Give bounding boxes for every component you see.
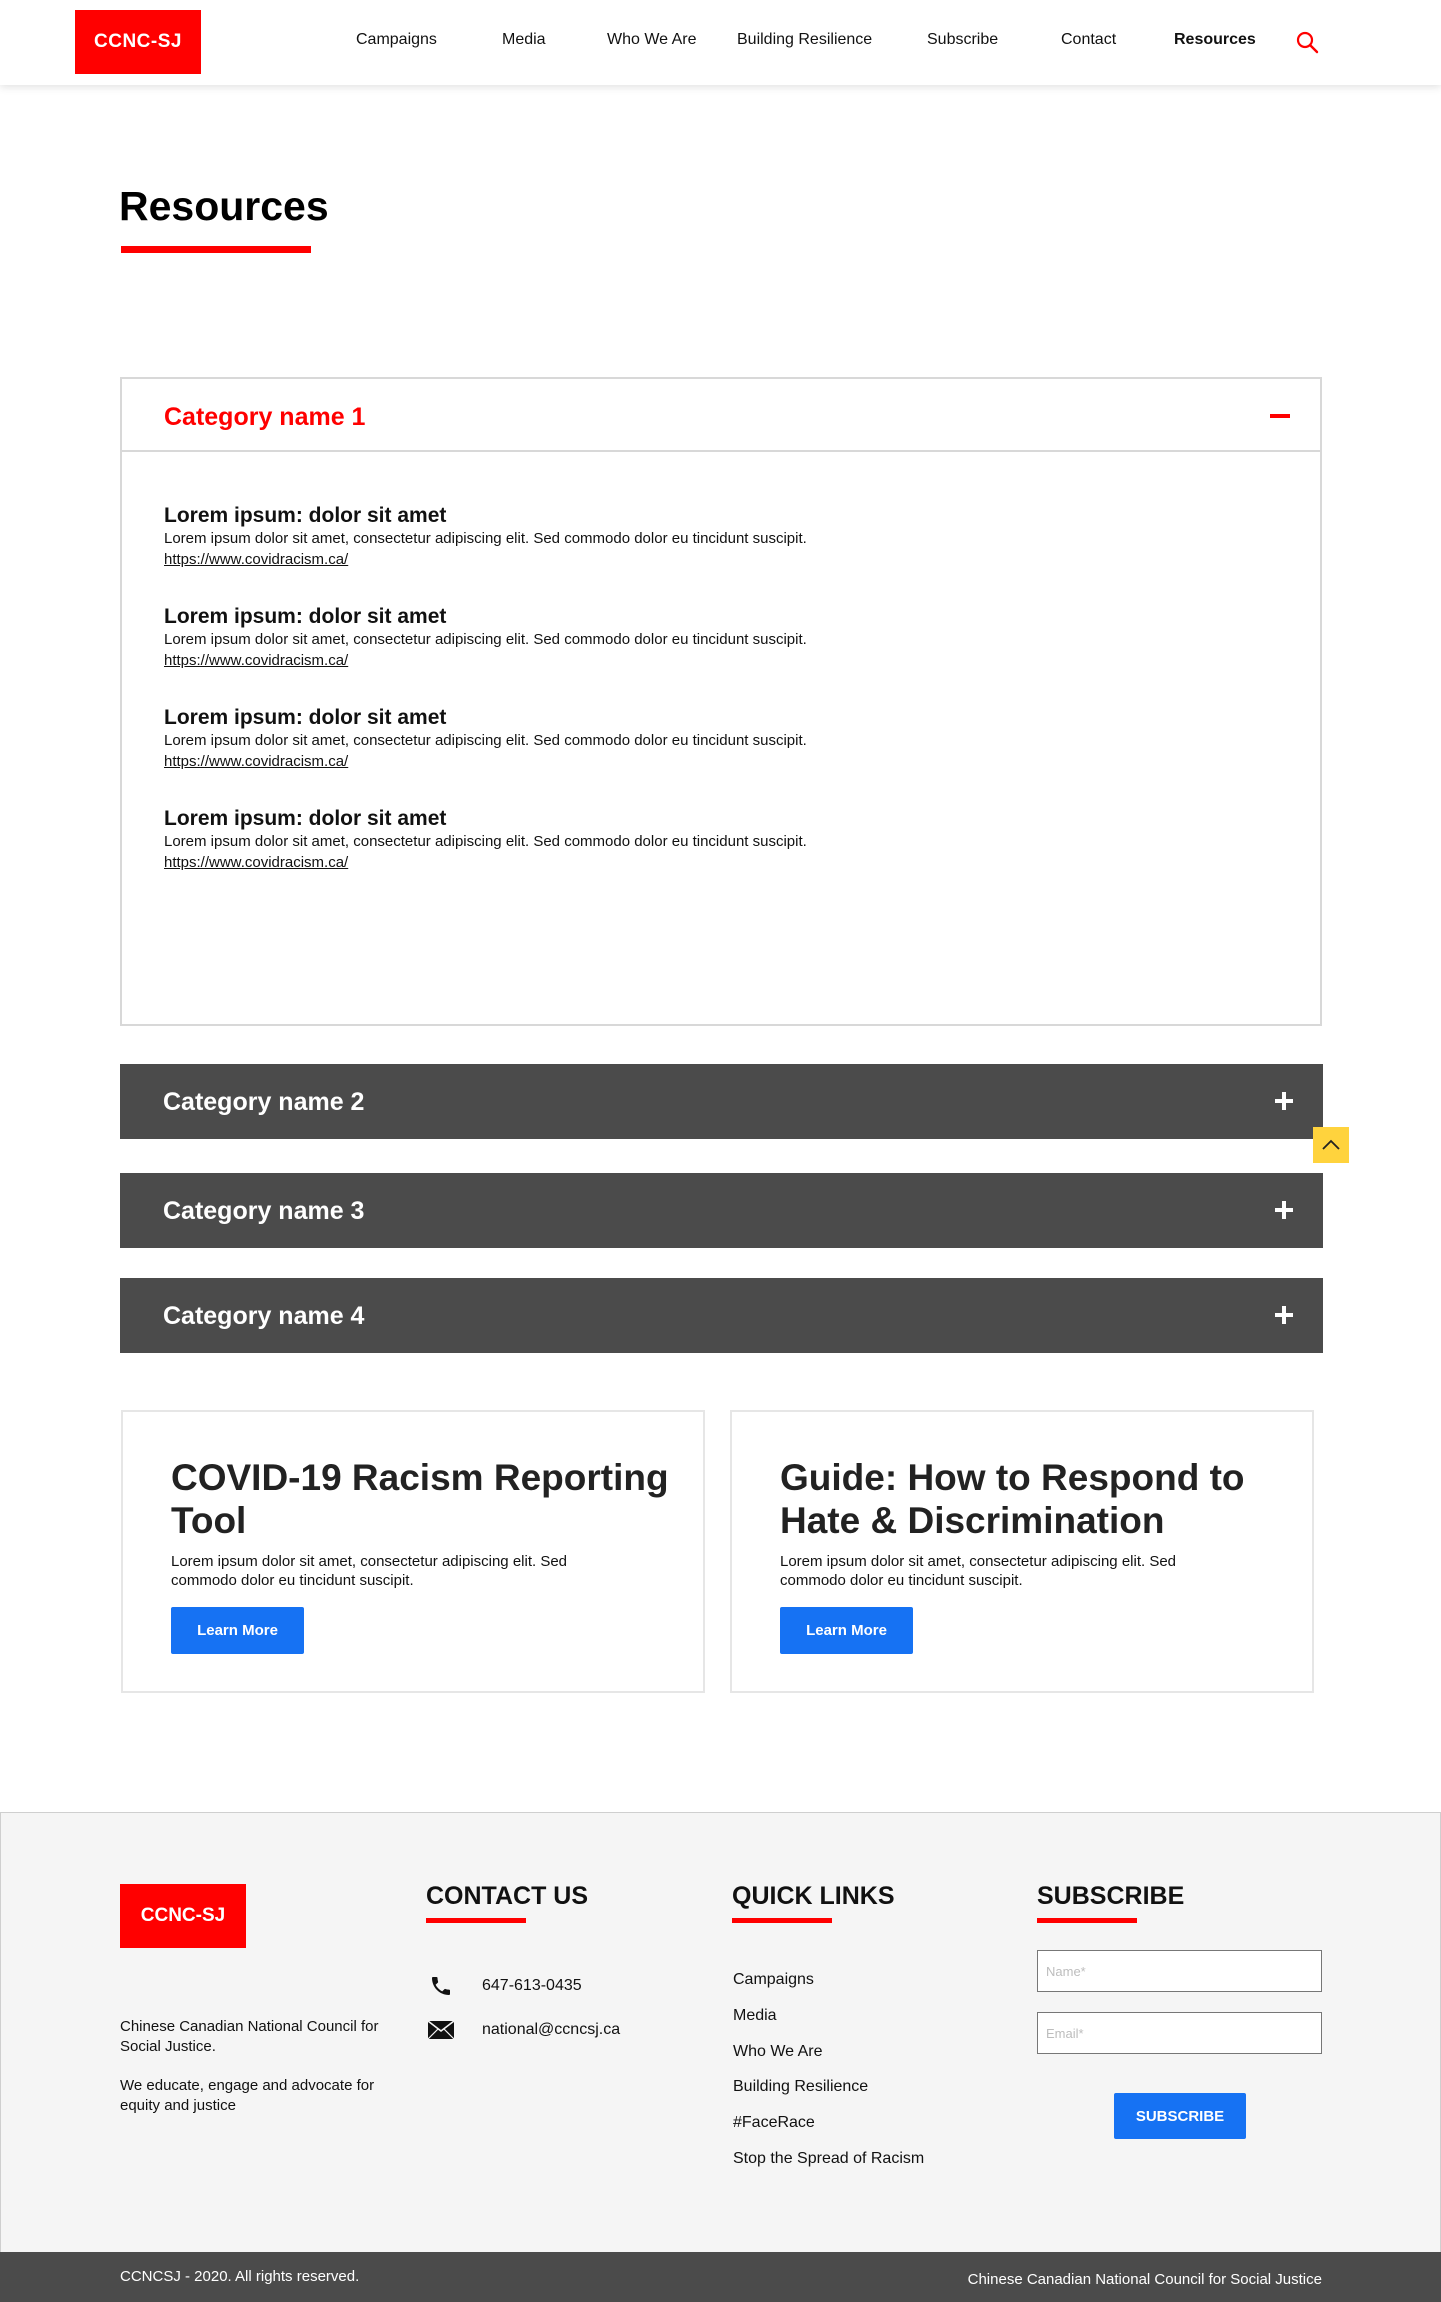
copyright-text: CCNCSJ - 2020. All rights reserved. xyxy=(120,2268,360,2285)
quick-links-heading: QUICK LINKS xyxy=(732,1882,895,1910)
nav-media[interactable]: Media xyxy=(502,31,546,49)
resource-description: Lorem ipsum dolor sit amet, consectetur … xyxy=(164,631,807,648)
chevron-up-icon xyxy=(1322,1139,1340,1150)
site-header: CCNC-SJ Campaigns Media Who We Are Build… xyxy=(0,0,1441,85)
resource-title: Lorem ipsum: dolor sit amet xyxy=(164,605,447,628)
resource-item: Lorem ipsum: dolor sit amet Lorem ipsum … xyxy=(164,806,807,874)
footer-org-label: Chinese Canadian National Council for So… xyxy=(967,2271,1322,2288)
nav-contact[interactable]: Contact xyxy=(1061,31,1116,49)
resource-item: Lorem ipsum: dolor sit amet Lorem ipsum … xyxy=(164,705,807,773)
learn-more-button[interactable]: Learn More xyxy=(171,1607,304,1654)
quick-link-who-we-are[interactable]: Who We Are xyxy=(733,2043,823,2061)
expand-plus-icon[interactable] xyxy=(1275,1092,1293,1110)
resource-item: Lorem ipsum: dolor sit amet Lorem ipsum … xyxy=(164,604,807,672)
footer-bottom-bar: CCNCSJ - 2020. All rights reserved. Chin… xyxy=(0,2252,1441,2302)
quick-link-face-race[interactable]: #FaceRace xyxy=(733,2114,815,2132)
site-logo[interactable]: CCNC-SJ xyxy=(75,10,201,74)
title-underline xyxy=(121,246,311,253)
expand-plus-icon[interactable] xyxy=(1275,1201,1293,1219)
accordion-category-2[interactable]: Category name 2 xyxy=(120,1064,1323,1139)
nav-who-we-are[interactable]: Who We Are xyxy=(607,31,697,49)
learn-more-button[interactable]: Learn More xyxy=(780,1607,913,1654)
heading-underline xyxy=(732,1918,832,1923)
subscribe-name-input[interactable] xyxy=(1037,1950,1322,1992)
resource-title: Lorem ipsum: dolor sit amet xyxy=(164,504,447,527)
accordion-category-4[interactable]: Category name 4 xyxy=(120,1278,1323,1353)
resource-item: Lorem ipsum: dolor sit amet Lorem ipsum … xyxy=(164,503,807,571)
resource-description: Lorem ipsum dolor sit amet, consectetur … xyxy=(164,732,807,749)
resource-link[interactable]: https://www.covidracism.ca/ xyxy=(164,852,348,874)
quick-link-stop-spread[interactable]: Stop the Spread of Racism xyxy=(733,2150,924,2168)
card-description: Lorem ipsum dolor sit amet, consectetur … xyxy=(780,1553,1177,1589)
expand-plus-icon[interactable] xyxy=(1275,1306,1293,1324)
resource-link[interactable]: https://www.covidracism.ca/ xyxy=(164,650,348,672)
resource-card-reporting-tool: COVID-19 Racism Reporting Tool Lorem ips… xyxy=(121,1410,705,1693)
resource-card-guide: Guide: How to Respond to Hate & Discrimi… xyxy=(730,1410,1314,1693)
accordion-header-category-1[interactable]: Category name 1 xyxy=(122,379,1320,452)
contact-email[interactable]: national@ccncsj.ca xyxy=(426,2018,620,2042)
email-address: national@ccncsj.ca xyxy=(482,2021,621,2038)
nav-campaigns[interactable]: Campaigns xyxy=(356,31,437,49)
resource-title: Lorem ipsum: dolor sit amet xyxy=(164,706,447,729)
nav-resources[interactable]: Resources xyxy=(1174,31,1256,49)
accordion-category-3[interactable]: Category name 3 xyxy=(120,1173,1323,1248)
nav-building-resilience[interactable]: Building Resilience xyxy=(737,31,872,49)
heading-underline xyxy=(1037,1918,1137,1923)
resource-title: Lorem ipsum: dolor sit amet xyxy=(164,807,447,830)
collapse-minus-icon[interactable] xyxy=(1270,414,1290,418)
footer-logo[interactable]: CCNC-SJ xyxy=(120,1884,246,1948)
accordion-title: Category name 3 xyxy=(163,1197,365,1225)
resource-link[interactable]: https://www.covidracism.ca/ xyxy=(164,751,348,773)
accordion-title: Category name 1 xyxy=(164,403,366,431)
accordion-title: Category name 4 xyxy=(163,1302,365,1330)
phone-icon xyxy=(426,1974,456,1998)
subscribe-email-input[interactable] xyxy=(1037,2012,1322,2054)
accordion-category-1: Category name 1 Lorem ipsum: dolor sit a… xyxy=(120,377,1322,1026)
search-icon[interactable] xyxy=(1295,30,1319,54)
subscribe-button[interactable]: SUBSCRIBE xyxy=(1114,2093,1246,2139)
resource-link[interactable]: https://www.covidracism.ca/ xyxy=(164,549,348,571)
heading-underline xyxy=(426,1918,526,1923)
nav-subscribe[interactable]: Subscribe xyxy=(927,31,998,49)
card-title: COVID-19 Racism Reporting Tool xyxy=(171,1457,669,1541)
footer-mission: We educate, engage and advocate for equi… xyxy=(120,2077,375,2114)
subscribe-heading: SUBSCRIBE xyxy=(1037,1882,1185,1910)
quick-link-media[interactable]: Media xyxy=(733,2007,777,2025)
resource-description: Lorem ipsum dolor sit amet, consectetur … xyxy=(164,833,807,850)
card-title: Guide: How to Respond to Hate & Discrimi… xyxy=(780,1457,1245,1541)
card-description: Lorem ipsum dolor sit amet, consectetur … xyxy=(171,1553,568,1589)
quick-link-building-resilience[interactable]: Building Resilience xyxy=(733,2078,868,2096)
accordion-title: Category name 2 xyxy=(163,1088,365,1116)
back-to-top-button[interactable] xyxy=(1313,1127,1349,1163)
page-title: Resources xyxy=(119,183,329,229)
footer-org-name: Chinese Canadian National Council for So… xyxy=(120,2018,379,2055)
phone-number: 647-613-0435 xyxy=(482,1977,582,1994)
contact-heading: CONTACT US xyxy=(426,1882,589,1910)
resource-description: Lorem ipsum dolor sit amet, consectetur … xyxy=(164,530,807,547)
quick-link-campaigns[interactable]: Campaigns xyxy=(733,1971,814,1989)
mail-icon xyxy=(426,2018,456,2042)
contact-phone[interactable]: 647-613-0435 xyxy=(426,1974,582,1998)
